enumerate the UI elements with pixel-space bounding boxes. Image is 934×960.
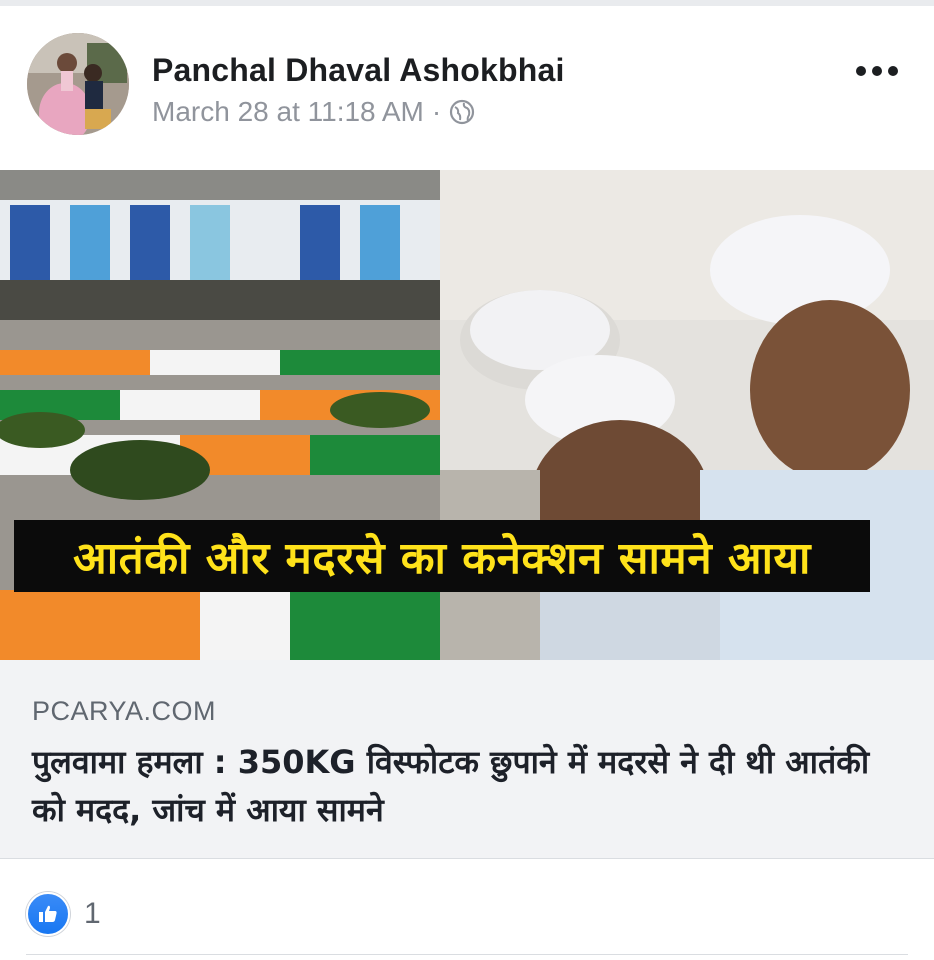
like-icon	[26, 892, 70, 936]
post-meta: March 28 at 11:18 AM ·	[152, 96, 475, 128]
author-name[interactable]: Panchal Dhaval Ashokbhai	[152, 52, 565, 89]
avatar[interactable]	[27, 33, 129, 135]
link-domain: PCARYA.COM	[32, 696, 217, 726]
more-options-icon[interactable]	[856, 66, 898, 76]
image-overlay-text: आतंकी और मदरसे का कनेक्शन सामने आया	[73, 533, 811, 584]
post-card: Panchal Dhaval Ashokbhai March 28 at 11:…	[0, 6, 934, 960]
meta-separator: ·	[431, 96, 442, 127]
reactions-summary[interactable]: 1	[26, 892, 101, 936]
image-overlay-banner: आतंकी और मदरसे का कनेक्शन सामने आया	[14, 520, 870, 592]
reaction-count: 1	[84, 897, 101, 930]
link-headline[interactable]: पुलवामा हमला : 350KG विस्फोटक छुपाने में…	[32, 738, 892, 834]
divider	[26, 954, 908, 955]
post-timestamp[interactable]: March 28 at 11:18 AM	[152, 96, 424, 128]
link-preview[interactable]: PCARYA.COM पुलवामा हमला : 350KG विस्फोटक…	[0, 660, 934, 859]
globe-icon[interactable]	[449, 99, 475, 125]
post-image[interactable]: आतंकी और मदरसे का कनेक्शन सामने आया	[0, 170, 934, 660]
